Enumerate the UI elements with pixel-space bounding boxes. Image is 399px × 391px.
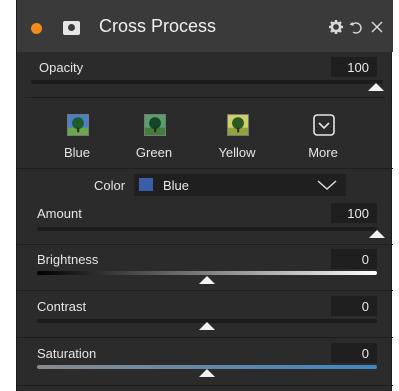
opacity-slider-track[interactable] [31,80,383,84]
gear-icon[interactable] [328,19,344,35]
preset-green-button[interactable]: Green [124,112,184,164]
brightness-value-field[interactable]: 0 [331,249,377,269]
preset-yellow-label: Yellow [218,145,256,160]
more-presets-button[interactable]: More [293,112,353,164]
more-presets-label: More [308,145,338,160]
preset-green-label: Green [135,145,173,160]
close-icon[interactable] [369,19,385,35]
color-dropdown-value: Blue [163,178,190,193]
opacity-value-field[interactable]: 100 [331,57,377,77]
amount-slider-track[interactable] [37,227,377,231]
chevron-down-icon [317,180,337,191]
divider [17,168,393,169]
chevron-box-icon [313,114,335,136]
contrast-slider-thumb[interactable] [199,322,215,330]
contrast-value-field[interactable]: 0 [331,296,377,316]
opacity-label: Opacity [39,60,84,75]
preset-blue-button[interactable]: Blue [47,112,107,164]
brightness-slider-thumb[interactable] [199,276,215,284]
preset-yellow-button[interactable]: Yellow [207,112,267,164]
tree-thumbnail-yellow [227,114,249,136]
amount-slider-thumb[interactable] [369,230,385,238]
tree-thumbnail-blue [67,114,89,136]
filter-enabled-toggle[interactable] [31,23,42,34]
saturation-label: Saturation [37,346,97,361]
panel-title: Cross Process [99,16,217,36]
saturation-value-field[interactable]: 0 [331,343,377,363]
tree-thumbnail-green [144,114,166,136]
mask-icon[interactable] [63,21,80,35]
color-label: Color [94,178,126,193]
divider [17,244,393,245]
amount-label: Amount [37,206,82,221]
panel-header: Cross Process [17,0,393,52]
divider [17,290,393,291]
brightness-slider-track[interactable] [37,271,377,275]
contrast-label: Contrast [37,299,87,314]
undo-icon[interactable] [348,19,364,35]
opacity-row: Opacity 100 [25,52,385,98]
saturation-slider-thumb[interactable] [199,369,215,377]
divider [17,337,393,338]
cross-process-panel: Cross Process Opacity 100 Blue Green Yel… [16,0,393,391]
opacity-slider-thumb[interactable] [368,83,384,91]
divider [17,385,393,386]
preset-blue-label: Blue [63,145,91,160]
preset-buttons: Blue Green Yellow More [17,104,393,164]
color-dropdown[interactable]: Blue [134,174,346,196]
color-swatch [139,178,153,191]
brightness-label: Brightness [37,252,99,267]
amount-value-field[interactable]: 100 [331,203,377,223]
